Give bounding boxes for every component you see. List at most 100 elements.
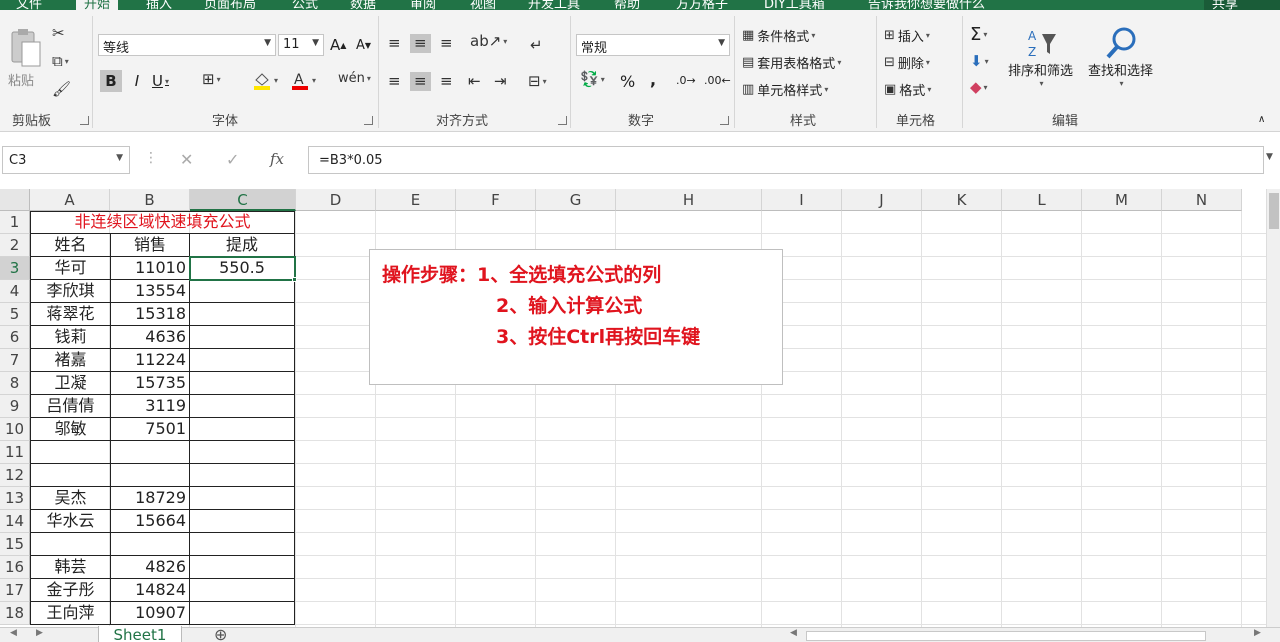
column-header-D[interactable]: D <box>296 189 376 211</box>
name-cell[interactable]: 钱莉 <box>31 326 110 348</box>
column-header-I[interactable]: I <box>762 189 842 211</box>
sales-cell[interactable]: 4636 <box>111 326 189 348</box>
sales-cell[interactable] <box>111 464 189 486</box>
orientation-icon[interactable]: ab↗ ▾ <box>470 34 507 49</box>
delete-cells-button[interactable]: ⊟ 删除 ▾ <box>884 53 930 72</box>
row-header-6[interactable]: 6 <box>0 326 30 349</box>
column-header-L[interactable]: L <box>1002 189 1082 211</box>
name-cell[interactable]: 蒋翠花 <box>31 303 110 325</box>
sales-cell[interactable]: 11224 <box>111 349 189 371</box>
row-header-7[interactable]: 7 <box>0 349 30 372</box>
commission-cell[interactable] <box>190 556 294 578</box>
name-cell[interactable]: 华可 <box>31 257 110 279</box>
fill-icon[interactable]: ⬇ ▾ <box>970 54 989 69</box>
find-select-button[interactable]: 查找和选择 ▾ <box>1088 26 1153 88</box>
worksheet-grid[interactable]: ABCDEFGHIJKLMN 1 2 3 4 5 6 7 8 9 10 11 12 13 14 15 16 17… <box>0 189 1266 627</box>
name-cell[interactable] <box>31 464 110 486</box>
name-cell[interactable] <box>31 533 110 555</box>
commission-cell[interactable] <box>190 533 294 555</box>
row-header-4[interactable]: 4 <box>0 280 30 303</box>
tab-review[interactable]: 审阅 <box>410 0 436 10</box>
sales-cell[interactable]: 15318 <box>111 303 189 325</box>
row-header-14[interactable]: 14 <box>0 510 30 533</box>
commission-cell[interactable] <box>190 510 294 532</box>
name-cell[interactable]: 吴杰 <box>31 487 110 509</box>
comma-button[interactable]: , <box>650 70 656 89</box>
sales-cell[interactable]: 4826 <box>111 556 189 578</box>
format-painter-icon[interactable]: 🖌 <box>52 82 71 97</box>
conditional-format-button[interactable]: ▦ 条件格式 ▾ <box>742 26 815 45</box>
horizontal-scroll-thumb[interactable] <box>806 631 1206 641</box>
name-cell[interactable]: 华水云 <box>31 510 110 532</box>
name-cell[interactable]: 金子彤 <box>31 579 110 601</box>
align-right-icon[interactable]: ≡ <box>440 74 453 89</box>
column-header-B[interactable]: B <box>110 189 190 211</box>
tab-home[interactable]: 开始 <box>76 0 119 10</box>
align-center-icon[interactable]: ≡ <box>410 72 431 91</box>
paste-button[interactable]: 粘贴 <box>8 28 42 89</box>
cell-styles-button[interactable]: ▥ 单元格样式 ▾ <box>742 80 828 99</box>
sales-cell[interactable]: 10907 <box>111 602 189 624</box>
sales-cell[interactable]: 3119 <box>111 395 189 417</box>
select-all-corner[interactable] <box>0 189 30 211</box>
column-header-K[interactable]: K <box>922 189 1002 211</box>
column-header-N[interactable]: N <box>1162 189 1242 211</box>
row-header-8[interactable]: 8 <box>0 372 30 395</box>
name-cell[interactable]: 吕倩倩 <box>31 395 110 417</box>
next-sheet-icon[interactable]: ▶ <box>36 628 43 638</box>
percent-button[interactable]: % <box>620 72 635 91</box>
commission-cell[interactable] <box>190 602 294 624</box>
formula-input[interactable]: =B3*0.05 <box>308 146 1264 174</box>
font-name-select[interactable]: 等线 ▼ <box>98 34 276 56</box>
tab-ffcell[interactable]: 方方格子 <box>676 0 728 10</box>
shrink-font-button[interactable]: A ▼ <box>356 38 371 53</box>
commission-cell[interactable] <box>190 441 294 463</box>
tab-formulas[interactable]: 公式 <box>292 0 318 10</box>
format-as-table-button[interactable]: ▤ 套用表格格式 ▾ <box>742 53 841 72</box>
row-header-11[interactable]: 11 <box>0 441 30 464</box>
commission-cell[interactable] <box>190 303 294 325</box>
scroll-thumb[interactable] <box>1269 193 1279 229</box>
row-header-1[interactable]: 1 <box>0 211 30 234</box>
row-header-9[interactable]: 9 <box>0 395 30 418</box>
name-cell[interactable]: 邬敏 <box>31 418 110 440</box>
align-middle-icon[interactable]: ≡ <box>410 34 431 53</box>
format-cells-button[interactable]: ▣ 格式 ▾ <box>884 80 931 99</box>
tab-developer[interactable]: 开发工具 <box>528 0 580 10</box>
sales-cell[interactable]: 13554 <box>111 280 189 302</box>
insert-function-button[interactable]: fx <box>270 150 284 168</box>
row-header-15[interactable]: 15 <box>0 533 30 556</box>
commission-cell[interactable] <box>190 395 294 417</box>
tab-insert[interactable]: 插入 <box>146 0 172 10</box>
merge-center-icon[interactable]: ⊟ ▾ <box>528 74 547 89</box>
column-header-A[interactable]: A <box>30 189 110 211</box>
borders-icon[interactable]: ⊞ ▾ <box>202 72 221 87</box>
column-header-G[interactable]: G <box>536 189 616 211</box>
row-header-5[interactable]: 5 <box>0 303 30 326</box>
bold-button[interactable]: B <box>100 70 122 92</box>
commission-cell[interactable] <box>190 487 294 509</box>
align-bottom-icon[interactable]: ≡ <box>440 36 453 51</box>
instruction-textbox[interactable]: 操作步骤：1、全选填充公式的列 2、输入计算公式 3、按住Ctrl再按回车键 <box>369 249 783 385</box>
italic-button[interactable]: I <box>128 70 146 92</box>
column-header-C[interactable]: C <box>190 189 296 211</box>
sales-cell[interactable] <box>111 441 189 463</box>
sales-cell[interactable]: 11010 <box>111 257 189 279</box>
clear-icon[interactable]: ◆ ▾ <box>970 80 988 95</box>
enter-icon[interactable]: ✓ <box>226 150 239 169</box>
grow-font-button[interactable]: A ▲ <box>330 36 346 54</box>
column-header-M[interactable]: M <box>1082 189 1162 211</box>
scroll-right-icon[interactable]: ▶ <box>1254 628 1261 638</box>
cut-icon[interactable]: ✂ <box>52 26 65 41</box>
decrease-indent-icon[interactable]: ⇤ <box>468 74 481 89</box>
row-header-17[interactable]: 17 <box>0 579 30 602</box>
increase-indent-icon[interactable]: ⇥ <box>494 74 507 89</box>
sort-filter-button[interactable]: AZ 排序和筛选 ▾ <box>1008 26 1073 88</box>
decrease-decimal-icon[interactable]: .00← <box>704 74 731 87</box>
copy-icon[interactable]: ⧉ ▾ <box>52 54 69 69</box>
name-box[interactable]: C3 ▼ <box>2 146 130 174</box>
row-header-16[interactable]: 16 <box>0 556 30 579</box>
alignment-launcher-icon[interactable] <box>558 116 567 125</box>
sales-cell[interactable]: 18729 <box>111 487 189 509</box>
align-top-icon[interactable]: ≡ <box>388 36 401 51</box>
